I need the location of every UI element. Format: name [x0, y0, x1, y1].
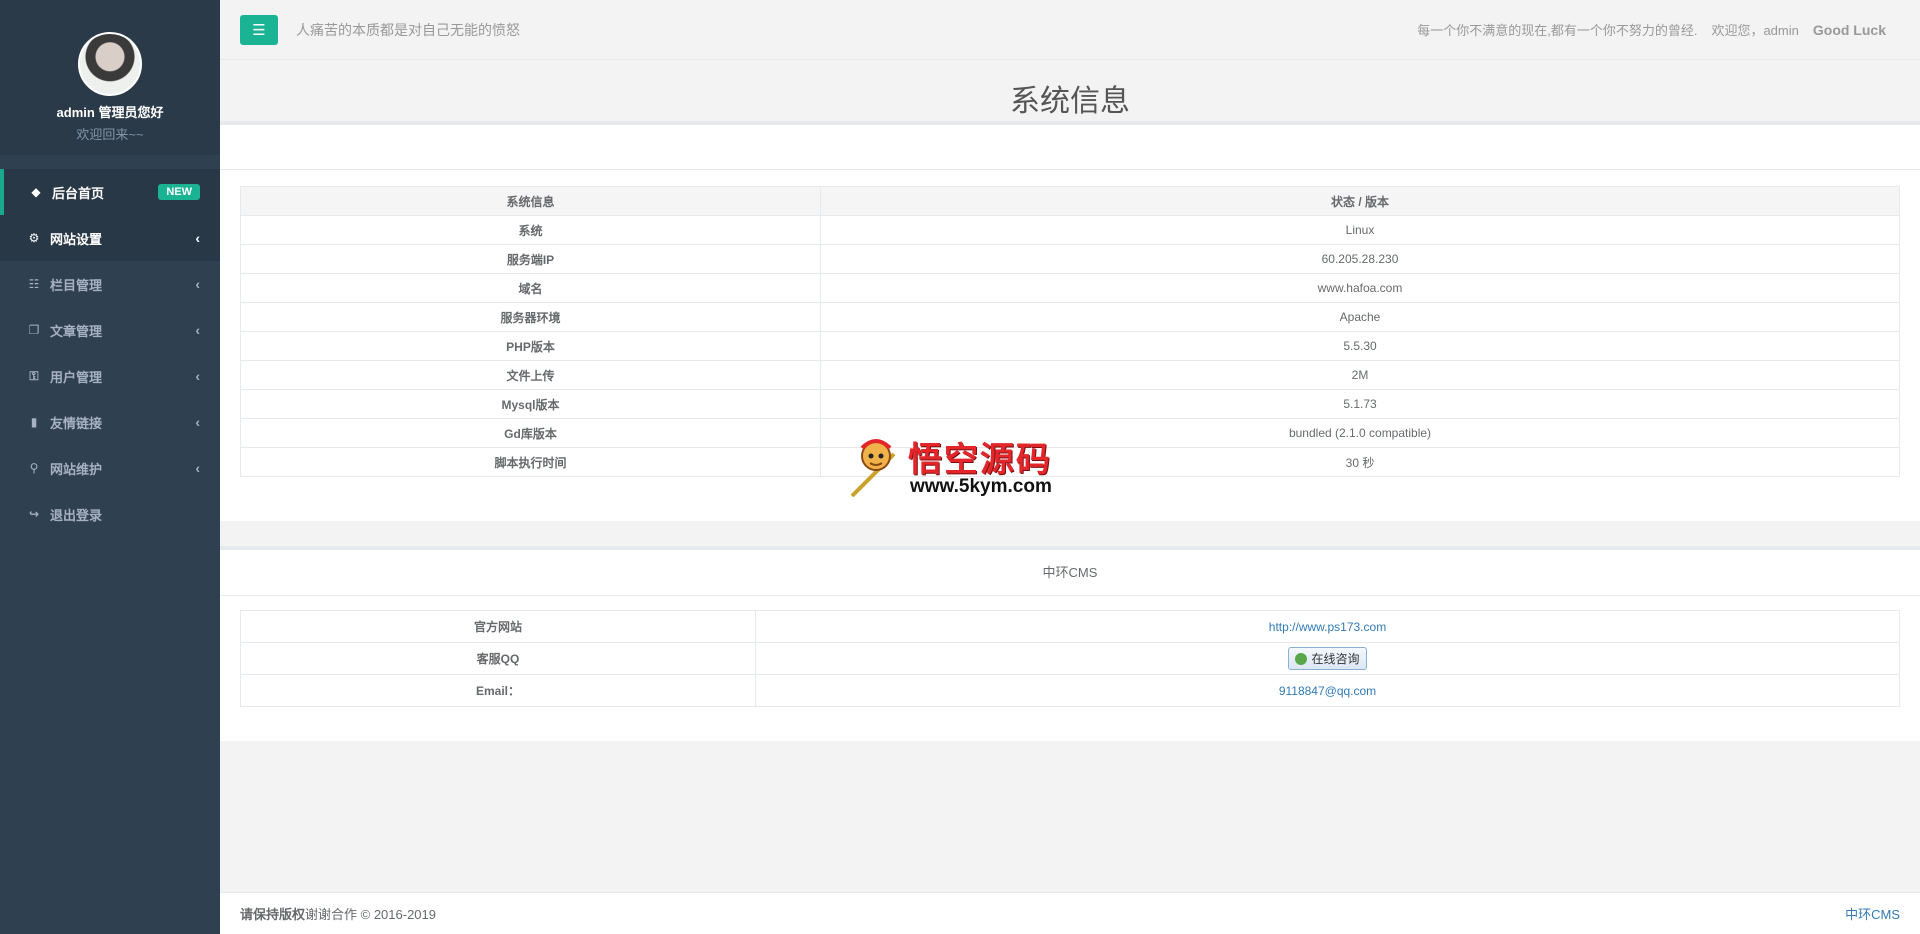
qq-consult-button[interactable]: 在线咨询	[1288, 647, 1367, 670]
profile-welcome: 欢迎回来~~	[76, 127, 144, 142]
copy-icon: ❐	[28, 323, 40, 337]
column-header: 系统信息	[240, 186, 821, 216]
table-row: 系统 Linux	[240, 215, 1900, 245]
row-value: 5.1.73	[820, 389, 1900, 419]
chevron-left-icon: ‹	[195, 368, 200, 384]
hamburger-icon: ☰	[252, 21, 266, 39]
sidebar-item-users[interactable]: ⚿ 用户管理 ‹	[0, 353, 220, 399]
sidebar-item-home[interactable]: ◆ 后台首页 NEW	[0, 169, 220, 215]
header-right: 每一个你不满意的现在,都有一个你不努力的曾经. 欢迎您，admin Good L…	[1417, 20, 1900, 39]
row-key: PHP版本	[240, 331, 821, 361]
row-value: Linux	[820, 215, 1900, 245]
footer-brand-link[interactable]: 中环CMS	[1845, 904, 1900, 923]
row-value: http://www.ps173.com	[755, 610, 1900, 643]
row-key: 官方网站	[240, 610, 756, 643]
row-key: 客服QQ	[240, 642, 756, 675]
bookmark-icon: ▮	[30, 415, 38, 429]
row-key: 域名	[240, 273, 821, 303]
sidebar: admin 管理员您好 欢迎回来~~ ◆ 后台首页 NEW ⚙ 网站设置 ‹ ☷…	[0, 0, 220, 934]
footer-text: 谢谢合作 © 2016-2019	[305, 907, 436, 922]
sidebar-nav: ◆ 后台首页 NEW ⚙ 网站设置 ‹ ☷ 栏目管理 ‹ ❐ 文章管理 ‹ ⚿ …	[0, 169, 220, 537]
profile-panel: admin 管理员您好 欢迎回来~~	[0, 0, 220, 155]
panel-header	[220, 125, 1920, 170]
row-key: 文件上传	[240, 360, 821, 390]
row-key: 服务端IP	[240, 244, 821, 274]
qq-icon	[1295, 652, 1308, 665]
table-row: 官方网站 http://www.ps173.com	[240, 610, 1900, 643]
watermark-logo: 悟空源码 www.5kym.com	[848, 432, 1078, 502]
watermark-url: www.5kym.com	[910, 476, 1052, 497]
chevron-left-icon: ‹	[195, 460, 200, 476]
sidebar-item-label: 退出登录	[50, 507, 103, 523]
row-key: 服务器环境	[240, 302, 821, 332]
row-key: Email：	[240, 674, 756, 707]
sidebar-item-columns[interactable]: ☷ 栏目管理 ‹	[0, 261, 220, 307]
gear-icon: ⚙	[28, 231, 40, 245]
sign-out-icon: ↪	[28, 507, 40, 521]
menu-toggle-button[interactable]: ☰	[240, 14, 278, 45]
profile-name: admin 管理员您好	[56, 105, 164, 120]
table-row: 域名 www.hafoa.com	[240, 273, 1900, 303]
page-title: 系统信息	[1010, 85, 1130, 118]
table-row: Email： 9118847@qq.com	[240, 674, 1900, 707]
sidebar-item-links[interactable]: ▮ 友情链接 ‹	[0, 399, 220, 445]
sitemap-icon: ☷	[28, 277, 40, 291]
footer-copyright: 请保持版权谢谢合作 © 2016-2019	[240, 904, 436, 923]
row-key: Gd库版本	[240, 418, 821, 448]
chevron-left-icon: ‹	[195, 414, 200, 430]
watermark-title: 悟空源码	[908, 440, 1052, 480]
table-row: Mysql版本 5.1.73	[240, 389, 1900, 419]
row-value: 9118847@qq.com	[755, 674, 1900, 707]
header-hint: 每一个你不满意的现在,都有一个你不努力的曾经.	[1417, 23, 1698, 38]
table-row: 文件上传 2M	[240, 360, 1900, 390]
qq-button-label: 在线咨询	[1311, 652, 1360, 666]
top-bar: ☰ 人痛苦的本质都是对自己无能的愤怒 每一个你不满意的现在,都有一个你不努力的曾…	[220, 0, 1920, 60]
table-row: 服务器环境 Apache	[240, 302, 1900, 332]
cms-table: 官方网站 http://www.ps173.com 客服QQ 在线咨询 Emai…	[240, 610, 1900, 707]
official-site-link[interactable]: http://www.ps173.com	[1269, 620, 1386, 634]
row-key: Mysql版本	[240, 389, 821, 419]
diamond-icon: ◆	[31, 185, 41, 199]
table-row: 服务端IP 60.205.28.230	[240, 244, 1900, 274]
email-link[interactable]: 9118847@qq.com	[1279, 684, 1376, 698]
key-icon: ⚿	[29, 368, 39, 383]
cms-panel: 中环CMS 官方网站 http://www.ps173.com 客服QQ 在线咨…	[220, 546, 1920, 741]
row-value: 2M	[820, 360, 1900, 390]
sidebar-item-logout[interactable]: ↪ 退出登录	[0, 491, 220, 537]
row-value: www.hafoa.com	[820, 273, 1900, 303]
monkey-king-icon	[850, 439, 896, 498]
row-value: Apache	[820, 302, 1900, 332]
sidebar-item-maintenance[interactable]: ⚲ 网站维护 ‹	[0, 445, 220, 491]
row-value: 在线咨询	[755, 642, 1900, 675]
chevron-left-icon: ‹	[195, 322, 200, 338]
table-row: 客服QQ 在线咨询	[240, 642, 1900, 675]
row-key: 系统	[240, 215, 821, 245]
header-good-luck[interactable]: Good Luck	[1813, 22, 1886, 38]
cms-title: 中环CMS	[220, 550, 1920, 596]
page-title-box: 系统信息	[220, 60, 1920, 125]
sidebar-item-site-settings[interactable]: ⚙ 网站设置 ‹	[0, 215, 220, 261]
footer: 请保持版权谢谢合作 © 2016-2019 中环CMS	[220, 892, 1920, 934]
column-header: 状态 / 版本	[820, 186, 1900, 216]
row-value: 60.205.28.230	[820, 244, 1900, 274]
sidebar-item-articles[interactable]: ❐ 文章管理 ‹	[0, 307, 220, 353]
table-header-row: 系统信息 状态 / 版本	[240, 186, 1900, 216]
table-row: PHP版本 5.5.30	[240, 331, 1900, 361]
row-value: 5.5.30	[820, 331, 1900, 361]
avatar[interactable]	[78, 32, 142, 96]
wrench-icon: ⚲	[29, 461, 39, 475]
footer-bold: 请保持版权	[240, 907, 306, 922]
chevron-left-icon: ‹	[195, 276, 200, 292]
new-badge: NEW	[158, 184, 200, 200]
chevron-left-icon: ‹	[195, 230, 200, 246]
row-key: 脚本执行时间	[240, 447, 821, 477]
header-motto: 人痛苦的本质都是对自己无能的愤怒	[296, 21, 520, 38]
header-welcome: 欢迎您，admin	[1711, 23, 1799, 38]
